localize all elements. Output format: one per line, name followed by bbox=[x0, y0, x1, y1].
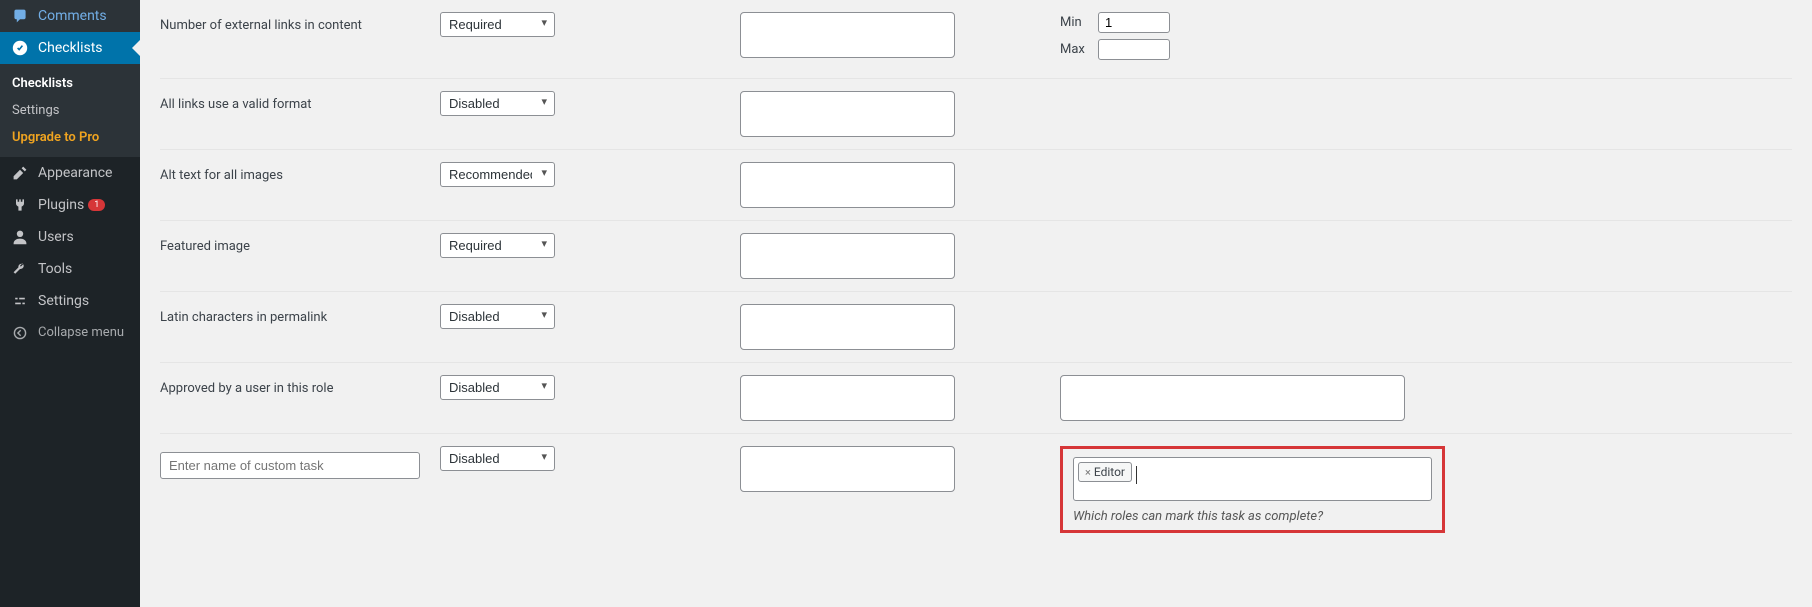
min-label: Min bbox=[1060, 15, 1090, 30]
roles-box-latin[interactable] bbox=[740, 304, 955, 350]
label-latin: Latin characters in permalink bbox=[160, 304, 440, 325]
select-custom[interactable]: Disabled bbox=[440, 446, 555, 471]
row-valid-links: All links use a valid format Disabled bbox=[160, 79, 1792, 150]
menu-tools[interactable]: Tools bbox=[0, 253, 140, 285]
submenu-checklists: Checklists Settings Upgrade to Pro bbox=[0, 64, 140, 157]
menu-comments-label: Comments bbox=[38, 8, 107, 24]
menu-settings-label: Settings bbox=[38, 293, 89, 309]
admin-sidebar: Comments Checklists Checklists Settings … bbox=[0, 0, 140, 607]
tools-icon bbox=[10, 261, 30, 277]
max-label: Max bbox=[1060, 42, 1090, 57]
menu-checklists[interactable]: Checklists bbox=[0, 32, 140, 64]
custom-task-input[interactable] bbox=[160, 452, 420, 479]
approved-roles-box[interactable] bbox=[1060, 375, 1405, 421]
row-alt-text: Alt text for all images Recommended bbox=[160, 150, 1792, 221]
menu-users[interactable]: Users bbox=[0, 221, 140, 253]
plugins-icon bbox=[10, 197, 30, 213]
label-approved: Approved by a user in this role bbox=[160, 375, 440, 396]
appearance-icon bbox=[10, 165, 30, 181]
row-external-links: Number of external links in content Requ… bbox=[160, 0, 1792, 79]
label-alt-text: Alt text for all images bbox=[160, 162, 440, 183]
roles-box-alt-text[interactable] bbox=[740, 162, 955, 208]
max-input[interactable] bbox=[1098, 39, 1170, 60]
highlight-roles-box: × Editor Which roles can mark this task … bbox=[1060, 446, 1445, 533]
comments-icon bbox=[10, 8, 30, 24]
roles-box-approved[interactable] bbox=[740, 375, 955, 421]
collapse-icon bbox=[10, 326, 30, 340]
row-featured: Featured image Required bbox=[160, 221, 1792, 292]
label-external-links: Number of external links in content bbox=[160, 12, 440, 33]
tag-editor: × Editor bbox=[1078, 462, 1132, 482]
text-cursor bbox=[1136, 466, 1137, 484]
min-input[interactable] bbox=[1098, 12, 1170, 33]
select-approved[interactable]: Disabled bbox=[440, 375, 555, 400]
row-custom: Disabled × Editor Which roles can mark t… bbox=[160, 434, 1792, 545]
collapse-menu[interactable]: Collapse menu bbox=[0, 317, 140, 348]
menu-users-label: Users bbox=[38, 229, 74, 245]
menu-settings[interactable]: Settings bbox=[0, 285, 140, 317]
plugins-badge: 1 bbox=[88, 199, 105, 211]
roles-box-featured[interactable] bbox=[740, 233, 955, 279]
menu-plugins-label: Plugins bbox=[38, 197, 84, 213]
label-featured: Featured image bbox=[160, 233, 440, 254]
roles-help-text: Which roles can mark this task as comple… bbox=[1073, 509, 1432, 524]
label-valid-links: All links use a valid format bbox=[160, 91, 440, 112]
roles-box-valid-links[interactable] bbox=[740, 91, 955, 137]
select-external-links[interactable]: Required bbox=[440, 12, 555, 37]
menu-tools-label: Tools bbox=[38, 261, 72, 277]
submenu-checklists-item[interactable]: Checklists bbox=[0, 70, 140, 97]
menu-appearance[interactable]: Appearance bbox=[0, 157, 140, 189]
collapse-label: Collapse menu bbox=[38, 325, 124, 340]
settings-icon bbox=[10, 293, 30, 309]
select-featured[interactable]: Required bbox=[440, 233, 555, 258]
select-alt-text[interactable]: Recommended bbox=[440, 162, 555, 187]
menu-appearance-label: Appearance bbox=[38, 165, 112, 181]
main-content: Number of external links in content Requ… bbox=[140, 0, 1812, 607]
checklists-icon bbox=[10, 40, 30, 56]
users-icon bbox=[10, 229, 30, 245]
menu-checklists-label: Checklists bbox=[38, 40, 103, 56]
menu-comments[interactable]: Comments bbox=[0, 0, 140, 32]
row-latin: Latin characters in permalink Disabled bbox=[160, 292, 1792, 363]
roles-box-external-links[interactable] bbox=[740, 12, 955, 58]
remove-tag-icon[interactable]: × bbox=[1085, 466, 1091, 479]
tag-label: Editor bbox=[1094, 465, 1125, 479]
select-latin[interactable]: Disabled bbox=[440, 304, 555, 329]
select-valid-links[interactable]: Disabled bbox=[440, 91, 555, 116]
row-approved: Approved by a user in this role Disabled bbox=[160, 363, 1792, 434]
submenu-upgrade-item[interactable]: Upgrade to Pro bbox=[0, 124, 140, 151]
submenu-settings-item[interactable]: Settings bbox=[0, 97, 140, 124]
roles-box-custom[interactable] bbox=[740, 446, 955, 492]
menu-plugins[interactable]: Plugins 1 bbox=[0, 189, 140, 221]
roles-tag-input[interactable]: × Editor bbox=[1073, 457, 1432, 501]
